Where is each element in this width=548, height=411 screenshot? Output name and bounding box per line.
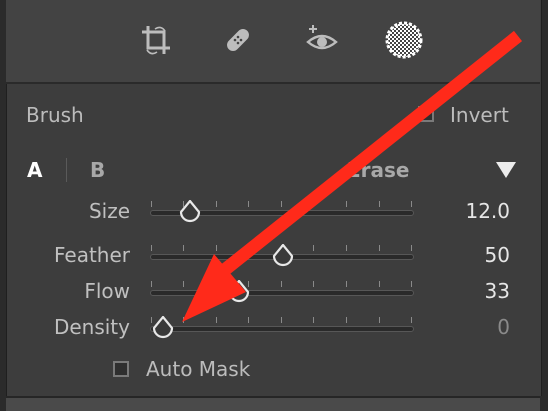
auto-mask-label: Auto Mask: [146, 357, 251, 381]
auto-mask-checkbox[interactable]: [113, 361, 129, 377]
brush-title: Brush: [26, 103, 84, 127]
size-slider-thumb[interactable]: [179, 200, 201, 224]
feather-slider-thumb[interactable]: [272, 244, 294, 268]
flow-label: Flow: [84, 279, 130, 303]
invert-label: Invert: [450, 103, 509, 127]
feather-value[interactable]: 50: [440, 243, 510, 267]
density-slider-track[interactable]: [150, 317, 414, 332]
size-label: Size: [88, 199, 130, 223]
brush-mask-icon[interactable]: [384, 20, 424, 60]
crop-icon[interactable]: [136, 20, 176, 60]
panel-collapse-triangle-icon[interactable]: [496, 162, 516, 178]
tool-strip: [6, 0, 540, 84]
density-slider-thumb[interactable]: [152, 316, 174, 340]
tab-erase[interactable]: Erase: [347, 158, 410, 182]
density-value[interactable]: 0: [440, 315, 510, 339]
healing-bandage-icon[interactable]: [218, 20, 258, 60]
feather-label: Feather: [53, 243, 130, 267]
flow-value[interactable]: 33: [440, 279, 510, 303]
flow-slider-track[interactable]: [150, 281, 414, 296]
size-value[interactable]: 12.0: [440, 199, 510, 223]
tab-a[interactable]: A: [27, 158, 42, 182]
flow-slider-thumb[interactable]: [228, 280, 250, 304]
red-eye-icon[interactable]: [302, 20, 342, 60]
invert-checkbox[interactable]: [418, 106, 434, 122]
density-label: Density: [53, 315, 130, 339]
tab-b[interactable]: B: [90, 158, 105, 182]
tab-divider: [66, 158, 67, 182]
